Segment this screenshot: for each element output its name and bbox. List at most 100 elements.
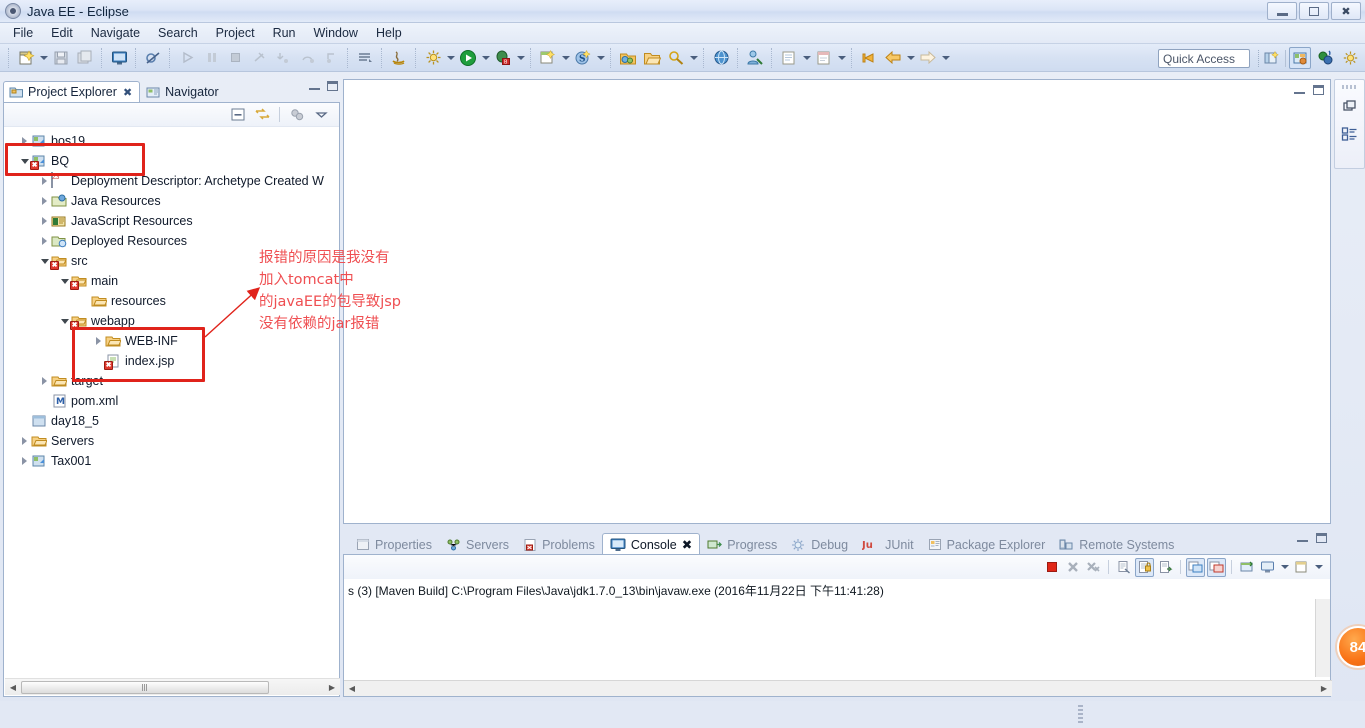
pin-console-icon[interactable] bbox=[1237, 558, 1256, 577]
menu-help[interactable]: Help bbox=[367, 24, 411, 42]
open-perspective-icon[interactable] bbox=[1260, 47, 1282, 69]
remove-launch-icon[interactable] bbox=[1063, 558, 1082, 577]
tab-junit[interactable]: Ju JUnit bbox=[855, 533, 920, 556]
skip-breakpoints-icon[interactable] bbox=[142, 47, 164, 69]
tab-servers[interactable]: Servers bbox=[439, 533, 516, 556]
open-resource-icon[interactable] bbox=[641, 47, 663, 69]
tree-row[interactable]: Java Resources bbox=[4, 191, 339, 211]
menu-project[interactable]: Project bbox=[207, 24, 264, 42]
menu-window[interactable]: Window bbox=[305, 24, 367, 42]
build-all-icon[interactable] bbox=[354, 47, 376, 69]
maximize-icon[interactable] bbox=[327, 81, 338, 91]
display-selected-console-icon[interactable] bbox=[1258, 558, 1277, 577]
focus-on-active-task-icon[interactable] bbox=[287, 105, 307, 125]
minimize-icon[interactable] bbox=[1294, 85, 1305, 94]
tree-row[interactable]: Servers bbox=[4, 431, 339, 451]
scroll-lock-icon[interactable] bbox=[1135, 557, 1154, 577]
save-all-icon[interactable] bbox=[74, 47, 96, 69]
perspective-java-ee-icon[interactable] bbox=[1289, 47, 1311, 69]
tab-progress[interactable]: Progress bbox=[700, 533, 784, 556]
minimize-button[interactable] bbox=[1267, 2, 1297, 20]
open-console-icon[interactable] bbox=[108, 47, 130, 69]
menu-navigate[interactable]: Navigate bbox=[82, 24, 149, 42]
new-dropdown-icon[interactable] bbox=[38, 47, 49, 69]
suspend-icon[interactable] bbox=[200, 47, 222, 69]
disconnect-icon[interactable] bbox=[248, 47, 270, 69]
collapse-all-icon[interactable] bbox=[228, 105, 248, 125]
tab-debug[interactable]: Debug bbox=[784, 533, 855, 556]
terminate-icon[interactable] bbox=[224, 47, 246, 69]
perspective-java-icon[interactable] bbox=[1314, 47, 1336, 69]
tab-navigator[interactable]: Navigator bbox=[140, 81, 227, 103]
chevron-right-icon[interactable] bbox=[18, 135, 31, 148]
clear-console-icon[interactable] bbox=[1114, 558, 1133, 577]
web-browser-icon[interactable] bbox=[710, 47, 732, 69]
minimize-icon[interactable] bbox=[1297, 533, 1308, 542]
new-spring-icon[interactable]: S bbox=[572, 47, 594, 69]
close-icon[interactable]: ✖ bbox=[123, 86, 132, 99]
tree-row[interactable]: M pom.xml bbox=[4, 391, 339, 411]
new-html-dropdown-icon[interactable] bbox=[836, 47, 847, 69]
menu-file[interactable]: File bbox=[4, 24, 42, 42]
resume-icon[interactable] bbox=[176, 47, 198, 69]
chevron-right-icon[interactable] bbox=[18, 435, 31, 448]
scroll-left-arrow[interactable]: ◀ bbox=[344, 681, 360, 696]
new-server-dropdown-icon[interactable] bbox=[560, 47, 571, 69]
minimize-icon[interactable] bbox=[309, 81, 320, 90]
tree-row[interactable]: JavaScript Resources bbox=[4, 211, 339, 231]
project-explorer-hscrollbar[interactable]: ◀ ▶ bbox=[5, 678, 340, 695]
scroll-right-arrow[interactable]: ▶ bbox=[324, 680, 340, 695]
new-wizard-icon[interactable] bbox=[15, 47, 37, 69]
tab-remote-systems[interactable]: Remote Systems bbox=[1052, 533, 1181, 556]
chevron-right-icon[interactable] bbox=[92, 335, 105, 348]
new-server-icon[interactable] bbox=[537, 47, 559, 69]
show-console-on-error-icon[interactable] bbox=[1207, 557, 1226, 577]
new-jsp-dropdown-icon[interactable] bbox=[801, 47, 812, 69]
external-tools-icon[interactable] bbox=[422, 47, 444, 69]
chevron-right-icon[interactable] bbox=[18, 455, 31, 468]
view-menu-icon[interactable] bbox=[311, 105, 331, 125]
back-icon[interactable] bbox=[882, 47, 904, 69]
restore-view-icon[interactable] bbox=[1339, 95, 1361, 117]
tree-row[interactable]: ✖ index.jsp bbox=[4, 351, 339, 371]
chevron-right-icon[interactable] bbox=[38, 375, 51, 388]
close-button[interactable]: ✖ bbox=[1331, 2, 1361, 20]
external-tools-dropdown-icon[interactable] bbox=[445, 47, 456, 69]
tree-row[interactable]: target bbox=[4, 371, 339, 391]
step-into-icon[interactable] bbox=[272, 47, 294, 69]
tree-row[interactable]: Tax001 bbox=[4, 451, 339, 471]
quick-access-input[interactable]: Quick Access bbox=[1158, 49, 1250, 68]
forward-icon[interactable] bbox=[917, 47, 939, 69]
profile-icon[interactable] bbox=[744, 47, 766, 69]
scroll-thumb[interactable] bbox=[21, 680, 269, 694]
fast-view-grip[interactable] bbox=[1341, 85, 1358, 89]
show-console-on-output-icon[interactable] bbox=[1186, 557, 1205, 577]
tab-package-explorer[interactable]: Package Explorer bbox=[921, 533, 1053, 556]
scroll-left-arrow[interactable]: ◀ bbox=[5, 680, 21, 695]
menu-search[interactable]: Search bbox=[149, 24, 207, 42]
notification-badge[interactable]: 84 bbox=[1337, 626, 1365, 668]
back-dropdown-icon[interactable] bbox=[905, 47, 916, 69]
open-type-icon[interactable] bbox=[617, 47, 639, 69]
step-return-icon[interactable] bbox=[320, 47, 342, 69]
tree-row[interactable]: day18_5 bbox=[4, 411, 339, 431]
tab-project-explorer[interactable]: Project Explorer ✖ bbox=[3, 81, 141, 103]
maximize-icon[interactable] bbox=[1316, 533, 1327, 543]
close-icon[interactable]: ✖ bbox=[682, 537, 692, 552]
run-dropdown-icon[interactable] bbox=[480, 47, 491, 69]
chevron-right-icon[interactable] bbox=[38, 215, 51, 228]
chevron-right-icon[interactable] bbox=[38, 195, 51, 208]
save-icon[interactable] bbox=[50, 47, 72, 69]
chevron-right-icon[interactable] bbox=[38, 235, 51, 248]
scroll-right-arrow[interactable]: ▶ bbox=[1316, 681, 1332, 696]
perspective-debug-icon[interactable] bbox=[1339, 47, 1361, 69]
new-spring-dropdown-icon[interactable] bbox=[595, 47, 606, 69]
tab-properties[interactable]: Properties bbox=[349, 533, 439, 556]
word-wrap-icon[interactable] bbox=[1156, 558, 1175, 577]
new-html-icon[interactable] bbox=[813, 47, 835, 69]
console-hscrollbar[interactable]: ◀ ▶ bbox=[344, 680, 1332, 696]
new-jsp-icon[interactable] bbox=[778, 47, 800, 69]
open-console-dropdown-icon[interactable] bbox=[1313, 556, 1324, 578]
link-with-editor-icon[interactable] bbox=[252, 105, 272, 125]
tab-console[interactable]: Console ✖ bbox=[601, 533, 701, 556]
